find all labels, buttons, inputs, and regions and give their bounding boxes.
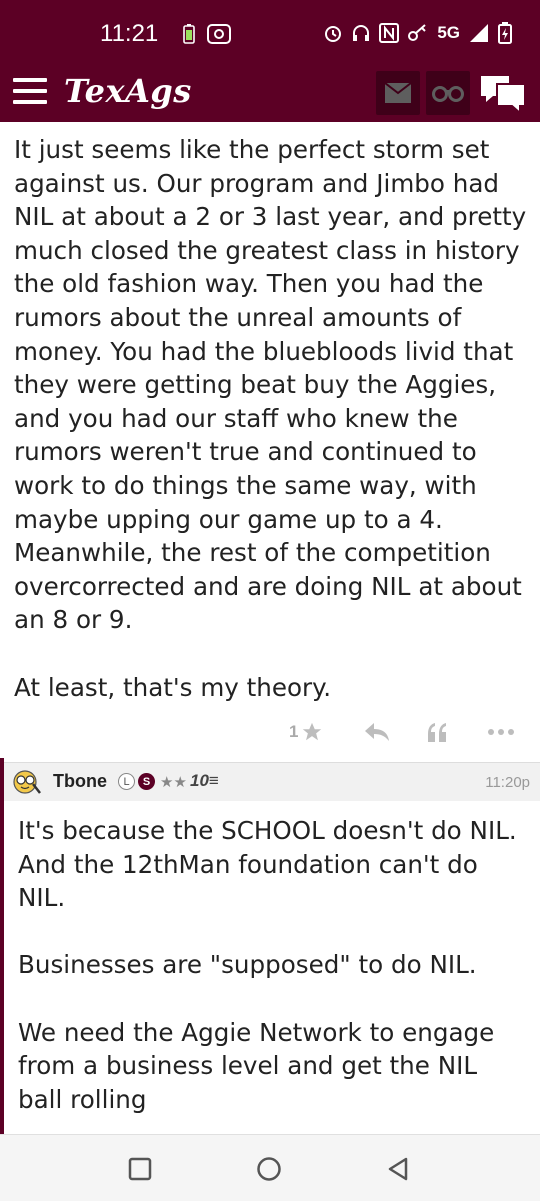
nfc-icon — [379, 23, 400, 43]
site-logo[interactable]: TexAgs — [64, 72, 192, 110]
headphones-icon — [353, 25, 370, 41]
star-count: 1 — [289, 722, 299, 741]
status-bar: 11:21 5G — [0, 0, 540, 64]
star-icon — [303, 722, 322, 741]
status-icons-left — [183, 24, 231, 44]
post-body: It just seems like the perfect storm set… — [14, 133, 529, 704]
mail-icon — [385, 83, 411, 103]
chat-bubbles-icon — [481, 76, 526, 116]
back-icon — [388, 1157, 408, 1181]
home-button[interactable] — [253, 1153, 285, 1185]
status-icons-right: 5G — [323, 22, 512, 44]
home-icon — [257, 1157, 281, 1181]
alarm-icon — [325, 26, 342, 42]
menu-icon[interactable] — [13, 78, 47, 106]
reply-button[interactable] — [364, 721, 390, 743]
binoculars-icon — [432, 86, 464, 102]
more-button[interactable] — [488, 728, 514, 736]
reply-icon — [365, 723, 389, 741]
badge-s: S — [138, 773, 155, 790]
post-paragraph: It just seems like the perfect storm set… — [14, 135, 527, 635]
chat-button[interactable] — [479, 70, 527, 116]
recents-icon — [128, 1157, 152, 1181]
badge-l: L — [118, 773, 135, 790]
watched-threads-button[interactable] — [426, 71, 470, 115]
signal-icon — [470, 24, 488, 42]
quote-button[interactable] — [426, 722, 448, 742]
messages-button[interactable] — [376, 71, 420, 115]
more-dots-icon — [488, 729, 514, 735]
user-avatar-icon[interactable] — [12, 768, 42, 796]
star-button[interactable]: 1 — [289, 721, 323, 743]
post-actions: 1 — [0, 718, 540, 746]
reply-body: It's because the SCHOOL doesn't do NIL. … — [18, 814, 528, 1116]
reply-paragraph: We need the Aggie Network to engage from… — [18, 1017, 495, 1114]
reply-post: Tbone L S ★★ 10≡ 11:20p It's because the… — [0, 758, 540, 1134]
user-level: 10≡ — [190, 771, 219, 790]
vpn-key-icon — [408, 24, 427, 41]
network-type: 5G — [437, 23, 460, 42]
reply-paragraph: Businesses are "supposed" to do NIL. — [18, 950, 477, 980]
app-header: TexAgs — [0, 64, 540, 122]
quote-icon — [428, 723, 446, 742]
user-stars: ★★ — [160, 773, 187, 791]
nfc-reader-icon — [207, 24, 231, 44]
reply-header: Tbone L S ★★ 10≡ 11:20p — [4, 762, 540, 801]
reply-timestamp: 11:20p — [485, 774, 530, 791]
recents-button[interactable] — [124, 1153, 156, 1185]
reply-paragraph: It's because the SCHOOL doesn't do NIL. … — [18, 816, 517, 913]
post-paragraph: At least, that's my theory. — [14, 672, 332, 702]
battery-icon — [498, 22, 512, 44]
username[interactable]: Tbone — [53, 771, 107, 792]
status-time: 11:21 — [100, 20, 159, 47]
battery-saver-icon — [183, 24, 195, 44]
back-button[interactable] — [382, 1153, 414, 1185]
system-nav-bar — [0, 1134, 540, 1201]
